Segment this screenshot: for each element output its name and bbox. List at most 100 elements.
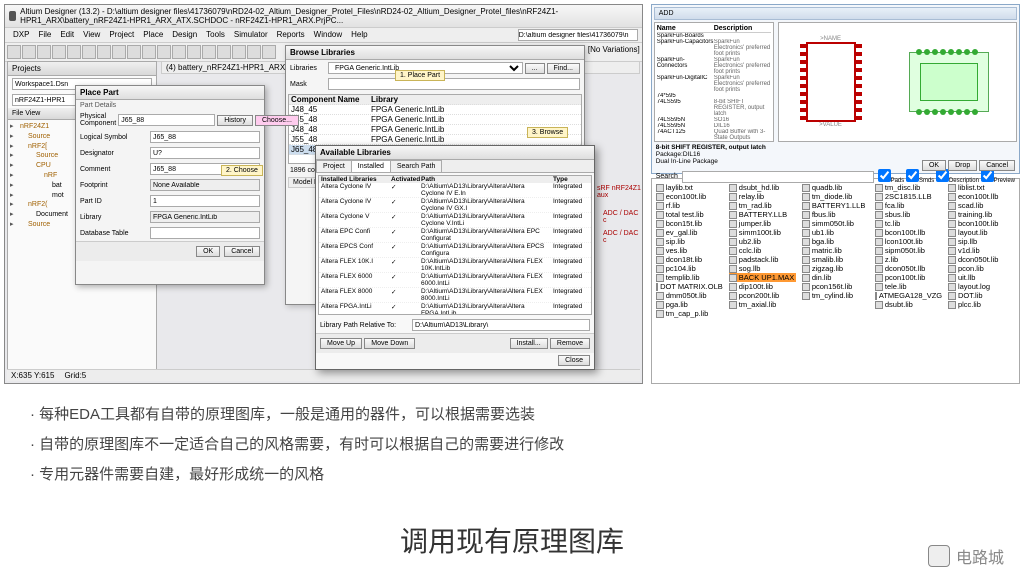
file-item[interactable]: pcon100t.lib xyxy=(875,273,942,282)
file-item[interactable]: layout.log xyxy=(948,282,1015,291)
file-item[interactable]: pga.lib xyxy=(656,300,723,309)
file-item[interactable]: pcon200t.lib xyxy=(729,291,796,300)
file-item[interactable]: sog.llb xyxy=(729,264,796,273)
search-input[interactable] xyxy=(682,171,874,183)
menu-bar[interactable]: DXP File Edit View Project Place Design … xyxy=(5,28,642,43)
logic-input[interactable] xyxy=(150,131,260,143)
file-item[interactable]: dcon050t.llb xyxy=(875,264,942,273)
choose-button[interactable]: Choose... xyxy=(255,115,299,126)
list-row[interactable]: J45_48FPGA Generic.IntLib xyxy=(289,115,581,125)
toolbar-button[interactable] xyxy=(187,45,201,59)
menu-simulator[interactable]: Simulator xyxy=(230,29,272,41)
file-item[interactable]: dsubt.lib xyxy=(875,300,942,309)
file-item[interactable]: uit.llb xyxy=(948,273,1015,282)
file-item[interactable]: bcon100t.llb xyxy=(875,228,942,237)
file-item[interactable]: tm_cap_p.lib xyxy=(656,309,723,318)
tree-row[interactable]: 74LS5958-bit SHIFT REGISTER, output latc… xyxy=(657,99,771,117)
toolbar-button[interactable] xyxy=(82,45,96,59)
tab-project[interactable]: Project xyxy=(316,160,352,172)
file-item[interactable]: BATTERY1.LLB xyxy=(802,201,869,210)
find-button[interactable]: Find... xyxy=(547,63,580,74)
ok-button[interactable]: OK xyxy=(922,160,946,171)
toolbar-button[interactable] xyxy=(67,45,81,59)
menu-project[interactable]: Project xyxy=(105,29,138,41)
toolbar-button[interactable] xyxy=(157,45,171,59)
menu-place[interactable]: Place xyxy=(139,29,167,41)
close-button[interactable]: Close xyxy=(558,355,590,366)
desig-input[interactable] xyxy=(150,147,260,159)
toolbar-button[interactable] xyxy=(142,45,156,59)
file-item[interactable]: pcon.lib xyxy=(948,264,1015,273)
toolbar-button[interactable] xyxy=(247,45,261,59)
file-item[interactable]: tm_cylind.lib xyxy=(802,291,869,300)
library-grid[interactable]: Installed LibrariesActivatedPathType Alt… xyxy=(318,175,592,315)
lib-row[interactable]: Altera FLEX 10K.I✓D:\Altium\AD13\Library… xyxy=(319,258,591,273)
toolbar-button[interactable] xyxy=(262,45,276,59)
file-item[interactable]: templib.lib xyxy=(656,273,723,282)
file-item[interactable]: fca.lib xyxy=(875,201,942,210)
partid-input[interactable] xyxy=(150,195,260,207)
file-item[interactable]: tm_axial.lib xyxy=(729,300,796,309)
address-input[interactable] xyxy=(518,29,638,41)
pads-check[interactable] xyxy=(878,169,891,182)
toolbar-button[interactable] xyxy=(172,45,186,59)
mask-input[interactable] xyxy=(328,78,580,90)
file-item[interactable]: dcon050t.lib xyxy=(948,255,1015,264)
file-view-tab[interactable]: File View xyxy=(12,110,40,117)
file-item[interactable]: cclc.lib xyxy=(729,246,796,255)
file-item[interactable]: simm100t.lib xyxy=(729,228,796,237)
file-item[interactable]: econ100t.lib xyxy=(656,192,723,201)
lib-row[interactable]: Altera Cyclone V✓D:\Altium\AD13\Library\… xyxy=(319,213,591,228)
file-item[interactable]: ev_gal.lib xyxy=(656,228,723,237)
file-item[interactable]: lcon100t.lib xyxy=(875,237,942,246)
history-button[interactable]: History xyxy=(217,115,253,126)
file-list-panel[interactable]: laylib.txtdsubt_hd.libquadb.libtm_disc.l… xyxy=(651,178,1020,384)
file-item[interactable]: ub1.lib xyxy=(802,228,869,237)
browse-btn[interactable]: ... xyxy=(525,63,545,74)
file-item[interactable]: sipm050t.lib xyxy=(875,246,942,255)
menu-reports[interactable]: Reports xyxy=(273,29,309,41)
file-item[interactable]: DOT.lib xyxy=(948,291,1015,300)
menu-tools[interactable]: Tools xyxy=(202,29,229,41)
tree-row[interactable]: SparkFun-CapacitorsSparkFun Electronics'… xyxy=(657,39,771,57)
file-item[interactable]: bcon100t.lib xyxy=(948,219,1015,228)
file-item[interactable]: dmm050t.lib xyxy=(656,291,723,300)
toolbar-button[interactable] xyxy=(232,45,246,59)
tree-row[interactable]: SparkFun-DigitalICSparkFun Electronics' … xyxy=(657,75,771,93)
file-item[interactable]: bga.lib xyxy=(802,237,869,246)
file-item[interactable]: sip.lib xyxy=(656,237,723,246)
file-item[interactable]: tm_diode.lib xyxy=(802,192,869,201)
menu-view[interactable]: View xyxy=(79,29,104,41)
relative-path-input[interactable] xyxy=(412,319,590,331)
lib-row[interactable]: Altera FLEX 8000✓D:\Altium\AD13\Library\… xyxy=(319,288,591,303)
file-item[interactable]: ub2.lib xyxy=(729,237,796,246)
file-item[interactable]: BACK UP1.MAX xyxy=(729,273,796,282)
toolbar-button[interactable] xyxy=(127,45,141,59)
file-item[interactable]: simm050t.lib xyxy=(802,219,869,228)
file-item[interactable]: total test.lib xyxy=(656,210,723,219)
lib-row[interactable]: Altera EPC Confi✓D:\Altium\AD13\Library\… xyxy=(319,228,591,243)
file-item[interactable] xyxy=(729,309,796,318)
file-item[interactable]: layout.lib xyxy=(948,228,1015,237)
file-item[interactable]: rf.lib xyxy=(656,201,723,210)
toolbar-button[interactable] xyxy=(202,45,216,59)
toolbar-button[interactable] xyxy=(112,45,126,59)
menu-dxp[interactable]: DXP xyxy=(9,29,33,41)
file-item[interactable]: fbus.lib xyxy=(802,210,869,219)
tree-row[interactable]: 74ACT125Quad Buffer with 3-State Outputs xyxy=(657,129,771,141)
list-row[interactable]: J48_45FPGA Generic.IntLib xyxy=(289,105,581,115)
toolbar-button[interactable] xyxy=(52,45,66,59)
file-item[interactable]: tele.lib xyxy=(875,282,942,291)
tree-row[interactable]: 74*00Quad 2-input NAND gate xyxy=(657,141,771,142)
tab-search-path[interactable]: Search Path xyxy=(390,160,443,172)
menu-help[interactable]: Help xyxy=(347,29,371,41)
file-item[interactable]: scad.lib xyxy=(948,201,1015,210)
file-item[interactable]: dcon18t.lib xyxy=(656,255,723,264)
remove-button[interactable]: Remove xyxy=(550,338,590,349)
lib-row[interactable]: Altera FPGA.IntLi✓D:\Altium\AD13\Library… xyxy=(319,303,591,315)
file-item[interactable]: econ100t.llb xyxy=(948,192,1015,201)
file-item[interactable]: training.lib xyxy=(948,210,1015,219)
file-item[interactable]: pc104.lib xyxy=(656,264,723,273)
file-item[interactable]: DOT MATRIX.OLB xyxy=(656,282,723,291)
cancel-button[interactable]: Cancel xyxy=(979,160,1015,171)
